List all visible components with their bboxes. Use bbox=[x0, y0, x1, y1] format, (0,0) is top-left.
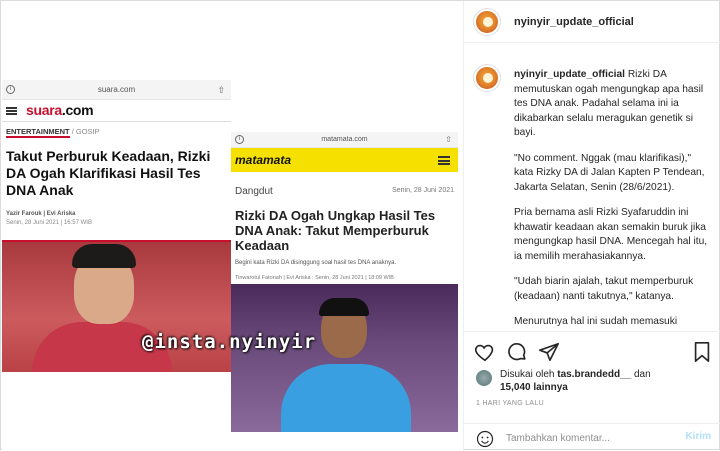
article-category: ENTERTAINMENT / GOSIP bbox=[6, 127, 100, 138]
comment-icon[interactable] bbox=[506, 341, 528, 363]
liked-by-user-link[interactable]: tas.brandedd__ bbox=[557, 369, 631, 380]
article-author: Tinwarotul Fatonah | Evi Ariska : Senin,… bbox=[235, 275, 394, 281]
article-category: Dangdut bbox=[235, 186, 273, 197]
info-icon: i bbox=[6, 85, 15, 94]
likes-count-link[interactable]: 15,040 lainnya bbox=[500, 382, 568, 393]
article-author: Yazir Farouk | Evi Ariska bbox=[6, 211, 76, 217]
avatar[interactable] bbox=[476, 370, 492, 386]
matamata-logo: matamata bbox=[235, 153, 292, 167]
site-header: matamata bbox=[231, 148, 458, 172]
caption-text: "Udah biarin ajalah, takut memperburuk (… bbox=[514, 276, 694, 302]
browser-bar: i matamata.com ⇧ bbox=[231, 132, 458, 148]
heart-icon[interactable] bbox=[474, 341, 496, 363]
post-image[interactable]: i suara.com ⇧ suara.com ENTERTAINMENT / … bbox=[2, 2, 463, 450]
watermark-text: @insta.nyinyir bbox=[142, 331, 317, 353]
browser-url: matamata.com bbox=[321, 136, 368, 143]
suara-logo: suara.com bbox=[26, 102, 94, 118]
menu-icon bbox=[438, 156, 450, 165]
avatar[interactable] bbox=[474, 9, 500, 35]
comment-form: Kirim bbox=[464, 423, 720, 451]
username-link[interactable]: nyinyir_update_official bbox=[514, 16, 634, 28]
comment-input[interactable] bbox=[506, 431, 676, 445]
article-photo bbox=[231, 284, 458, 432]
info-icon: i bbox=[235, 135, 244, 144]
bookmark-icon[interactable] bbox=[692, 341, 712, 363]
paper-plane-icon[interactable] bbox=[538, 341, 560, 363]
article-lead: Begini kata Rizki DA disinggung soal has… bbox=[235, 260, 397, 266]
action-bar: Disukai oleh tas.brandedd__ dan 15,040 l… bbox=[464, 331, 720, 429]
share-icon: ⇧ bbox=[445, 135, 452, 144]
post-timestamp[interactable]: 1 HARI YANG LALU bbox=[476, 400, 544, 407]
article-meta: Dangdut Senin, 28 Juni 2021 bbox=[231, 172, 458, 198]
menu-icon bbox=[6, 107, 17, 115]
post-sidebar: nyinyir_update_official nyinyir_update_o… bbox=[463, 1, 720, 451]
smiley-icon[interactable] bbox=[476, 430, 494, 448]
article-title: Takut Perburuk Keadaan, Rizki DA Ogah Kl… bbox=[6, 148, 211, 198]
article-date: Senin, 28 Juni 2021 | 16:57 WIB bbox=[6, 220, 92, 226]
matamata-article-screenshot: i matamata.com ⇧ matamata Dangdut Senin,… bbox=[231, 132, 458, 432]
caption-text: Menurutnya hal ini sudah memasuki bbox=[514, 316, 678, 327]
browser-bar: i suara.com ⇧ bbox=[2, 80, 231, 100]
article-title: Rizki DA Ogah Ungkap Hasil Tes DNA Anak:… bbox=[235, 208, 436, 253]
share-icon: ⇧ bbox=[217, 85, 225, 95]
instagram-post-frame: i suara.com ⇧ suara.com ENTERTAINMENT / … bbox=[0, 0, 720, 451]
comments-area[interactable]: nyinyir_update_official Rizki DA memutus… bbox=[464, 43, 720, 331]
caption-username-link[interactable]: nyinyir_update_official bbox=[514, 69, 625, 80]
avatar[interactable] bbox=[474, 65, 500, 91]
caption-text: "No comment. Nggak (mau klarifikasi)," k… bbox=[514, 152, 705, 193]
browser-url: suara.com bbox=[97, 85, 136, 94]
site-header: suara.com bbox=[2, 100, 231, 122]
article-date: Senin, 28 Juni 2021 bbox=[392, 187, 454, 194]
post-comment-button[interactable]: Kirim bbox=[685, 431, 711, 442]
caption-text: Pria bernama asli Rizki Syafaruddin ini … bbox=[514, 207, 708, 262]
post-caption: nyinyir_update_official Rizki DA memutus… bbox=[514, 68, 709, 331]
suara-article-screenshot: i suara.com ⇧ suara.com ENTERTAINMENT / … bbox=[2, 80, 231, 372]
post-header: nyinyir_update_official bbox=[464, 1, 720, 43]
likes-summary: Disukai oleh tas.brandedd__ dan 15,040 l… bbox=[500, 369, 651, 393]
